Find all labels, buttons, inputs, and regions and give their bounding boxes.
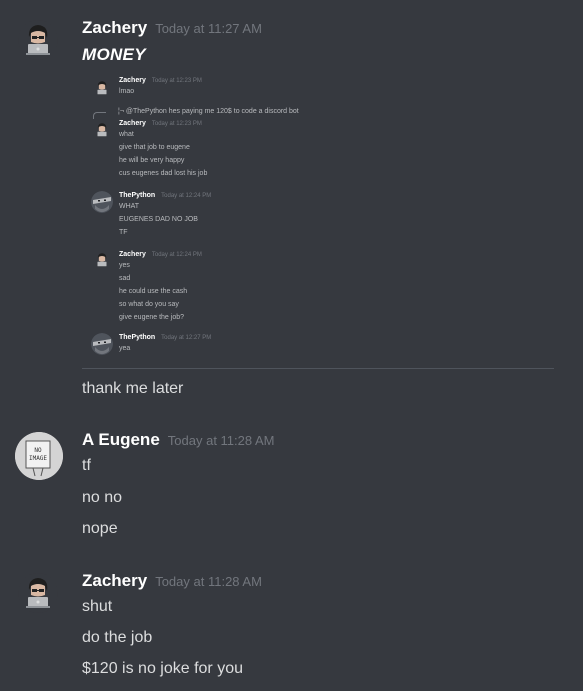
message-text: do the job (82, 629, 153, 646)
avatar (93, 121, 111, 139)
embed-username-row: Zachery Today at 12:23 PM (119, 120, 202, 127)
embed-text: yea (119, 345, 131, 352)
username[interactable]: Zachery (82, 18, 147, 37)
embed-text: yes (119, 262, 130, 269)
avatar (91, 191, 113, 213)
embed-text: give that job to eugene (119, 144, 190, 151)
embed-text: sad (119, 275, 131, 282)
embed-username-row: ThePython Today at 12:27 PM (119, 334, 211, 341)
user-avatar[interactable] (18, 20, 58, 60)
anime-avatar-icon (97, 81, 107, 95)
embed-reply-text: @ThePython hes paying me 120$ to code a … (125, 108, 299, 115)
embed-username-row: Zachery Today at 12:23 PM (119, 77, 202, 84)
message-text: $120 is no joke for you (82, 660, 243, 677)
embed-text: TF (119, 229, 128, 236)
reply-avatar-icon: ¦¬ (118, 108, 124, 115)
anime-avatar-icon (26, 25, 50, 55)
anime-avatar-icon (97, 253, 107, 267)
username-row: Zachery Today at 11:28 AM (82, 571, 262, 591)
embed-text: lmao (119, 88, 135, 95)
embed-username: Zachery (119, 251, 146, 258)
timestamp[interactable]: Today at 11:28 AM (155, 574, 262, 589)
embed-reply-preview: ¦¬ @ThePython hes paying me 120$ to code… (118, 108, 299, 115)
anime-avatar-icon (97, 123, 107, 137)
message-text: MONEY (82, 45, 146, 64)
avatar (91, 333, 113, 355)
embed-username: Zachery (119, 120, 146, 127)
embed-username: ThePython (119, 334, 156, 341)
avatar (93, 251, 111, 269)
message-text: tf (82, 457, 91, 474)
embed-text: he will be very happy (119, 157, 185, 164)
embed-text: so what do you say (119, 301, 179, 308)
embed-text: cus eugenes dad lost his job (119, 170, 208, 177)
embed-timestamp: Today at 12:27 PM (161, 335, 212, 341)
message-text: thank me later (82, 380, 184, 397)
anime-avatar-icon (26, 578, 50, 608)
embed-timestamp: Today at 12:24 PM (161, 193, 212, 199)
avatar-text-image: IMAGE (29, 455, 47, 462)
message-text: nope (82, 520, 118, 537)
username-row: Zachery Today at 11:27 AM (82, 18, 262, 38)
avatar (93, 79, 111, 97)
username-row: A Eugene Today at 11:28 AM (82, 430, 275, 450)
username[interactable]: A Eugene (82, 430, 160, 449)
avatar-text-no: NO (34, 447, 42, 454)
embed-timestamp: Today at 12:23 PM (151, 121, 202, 127)
embed-username: ThePython (119, 192, 156, 199)
message-group: Zachery Today at 11:28 AM shut do the job… (0, 560, 583, 691)
embed-text: what (119, 131, 134, 138)
reply-connector (93, 112, 106, 119)
timestamp[interactable]: Today at 11:28 AM (168, 433, 275, 448)
embed-username: Zachery (119, 77, 146, 84)
message-text: no no (82, 489, 123, 506)
ninja-avatar-icon (91, 333, 113, 355)
timestamp[interactable]: Today at 11:27 AM (155, 21, 262, 36)
attached-image[interactable]: Zachery Today at 12:23 PM lmao ¦¬ @ThePyt… (82, 69, 554, 369)
user-avatar[interactable] (18, 573, 58, 613)
embed-text: give eugene the job? (119, 314, 184, 321)
ninja-avatar-icon (91, 191, 113, 213)
message-text: shut (82, 598, 113, 615)
no-image-avatar-icon: NO IMAGE (15, 432, 63, 480)
message-group: Zachery Today at 11:27 AM MONEY Zachery To… (0, 0, 583, 400)
embed-text: WHAT (119, 203, 140, 210)
embed-timestamp: Today at 12:23 PM (151, 78, 202, 84)
user-avatar[interactable]: NO IMAGE (15, 432, 63, 480)
username[interactable]: Zachery (82, 571, 147, 590)
embed-timestamp: Today at 12:24 PM (151, 252, 202, 258)
embed-username-row: Zachery Today at 12:24 PM (119, 251, 202, 258)
embed-text: he could use the cash (119, 288, 188, 295)
message-group: NO IMAGE A Eugene Today at 11:28 AM tf no… (0, 420, 583, 550)
embed-username-row: ThePython Today at 12:24 PM (119, 192, 211, 199)
embed-text: EUGENES DAD NO JOB (119, 216, 198, 223)
